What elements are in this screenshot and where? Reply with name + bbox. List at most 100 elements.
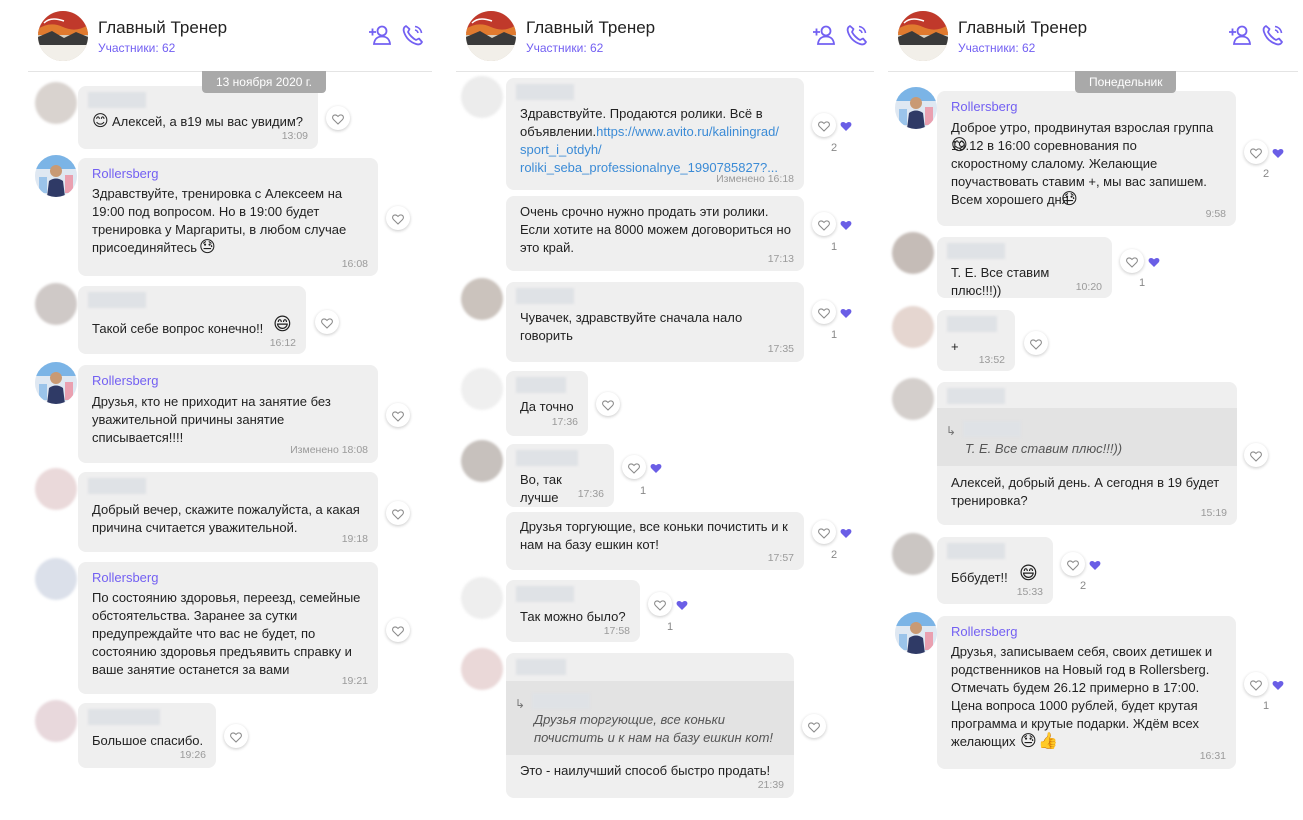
message-bubble[interactable]: Rollersberg Друзья, кто не приходит на з…: [78, 365, 378, 463]
avatar-rollersberg[interactable]: [35, 155, 77, 197]
message-bubble[interactable]: Чувачек, здравствуйте сначала нало говор…: [506, 282, 804, 362]
avatar[interactable]: [35, 82, 77, 124]
avatar[interactable]: [35, 468, 77, 510]
sweat-smile-emoji-icon: 😓: [199, 239, 216, 256]
like-button[interactable]: [1244, 443, 1268, 467]
sender-name-blurred: [88, 292, 146, 308]
smile-emoji-icon: 😄: [1019, 563, 1038, 583]
avatar[interactable]: [461, 648, 503, 690]
message-bubble[interactable]: Очень срочно нужно продать эти ролики. Е…: [506, 196, 804, 271]
avatar[interactable]: [892, 232, 934, 274]
like-button[interactable]: [596, 392, 620, 416]
like-button[interactable]: [812, 300, 836, 324]
message-bubble[interactable]: Rollersberg По состоянию здоровья, перее…: [78, 562, 378, 694]
message-time: 19:18: [341, 533, 368, 545]
like-button[interactable]: [386, 206, 410, 230]
message-bubble[interactable]: Да точно 17:36: [506, 371, 588, 436]
quoted-message[interactable]: ↳ Друзья торгующие, все коньки почистить…: [506, 681, 794, 755]
like-button[interactable]: [386, 403, 410, 427]
like-button[interactable]: [648, 592, 672, 616]
like-button[interactable]: [315, 310, 339, 334]
members-count[interactable]: Участники: 62: [958, 41, 1035, 55]
message-bubble[interactable]: Так можно было? 17:58: [506, 580, 640, 642]
message-bubble[interactable]: ↳ Друзья торгующие, все коньки почистить…: [506, 653, 794, 798]
avatar[interactable]: [461, 368, 503, 410]
avatar[interactable]: [892, 306, 934, 348]
like-button[interactable]: [812, 520, 836, 544]
like-button[interactable]: [224, 724, 248, 748]
avatar-rollersberg[interactable]: [35, 362, 77, 404]
sender-name[interactable]: Rollersberg: [951, 624, 1017, 639]
like-button[interactable]: [1120, 249, 1144, 273]
message-bubble[interactable]: Rollersberg Доброе утро, продвинутая взр…: [937, 91, 1236, 226]
like-button[interactable]: [1061, 552, 1085, 576]
like-button[interactable]: [812, 212, 836, 236]
message-bubble[interactable]: Бббудет!! 😄 15:33: [937, 537, 1053, 604]
message-bubble[interactable]: Большое спасибо. 19:26: [78, 703, 216, 768]
message-bubble[interactable]: Т. Е. Все ставим плюс!!!)) 10:20: [937, 237, 1112, 298]
message-bubble[interactable]: Добрый вечер, скажите пожалуйста, а кака…: [78, 472, 378, 552]
message-bubble[interactable]: Rollersberg Здравствуйте, тренировка с А…: [78, 158, 378, 276]
like-button[interactable]: [622, 455, 646, 479]
members-count[interactable]: Участники: 62: [526, 41, 603, 55]
group-avatar[interactable]: [466, 11, 516, 61]
add-member-button[interactable]: [1227, 22, 1253, 48]
like-button[interactable]: [802, 714, 826, 738]
avatar[interactable]: [892, 533, 934, 575]
sender-name-blurred: [516, 377, 566, 393]
message-text: Друзья, кто не приходит на занятие без у…: [92, 394, 331, 445]
group-avatar[interactable]: [38, 11, 88, 61]
smile-emoji-icon: 😊: [951, 137, 968, 154]
heart-outline-icon: [1066, 558, 1080, 572]
avatar[interactable]: [35, 700, 77, 742]
message-bubble[interactable]: 😊 Алексей, а в19 мы вас увидим? 13:09: [78, 86, 318, 149]
message-time: 9:58: [1205, 208, 1226, 220]
sender-name-blurred: [947, 543, 1005, 559]
message-bubble[interactable]: Друзья торгующие, все коньки почистить и…: [506, 512, 804, 570]
sender-name[interactable]: Rollersberg: [92, 373, 158, 388]
heart-filled-icon: [670, 592, 692, 614]
heart-outline-icon: [601, 398, 615, 412]
message-bubble[interactable]: + 13:52: [937, 310, 1015, 371]
chat-title[interactable]: Главный Тренер: [98, 18, 227, 38]
call-button[interactable]: [844, 22, 870, 48]
avatar[interactable]: [35, 283, 77, 325]
message-time: 15:33: [1016, 586, 1043, 598]
like-button[interactable]: [1244, 672, 1268, 696]
message-text: Чувачек, здравствуйте сначала нало говор…: [520, 310, 743, 343]
avatar[interactable]: [461, 278, 503, 320]
call-button[interactable]: [400, 22, 426, 48]
avatar[interactable]: [892, 378, 934, 420]
chat-title[interactable]: Главный Тренер: [958, 18, 1087, 38]
sender-name-blurred: [516, 288, 574, 304]
members-count[interactable]: Участники: 62: [98, 41, 175, 55]
like-button[interactable]: [1244, 140, 1268, 164]
add-member-button[interactable]: [367, 22, 393, 48]
avatar[interactable]: [35, 558, 77, 600]
sender-name[interactable]: Rollersberg: [92, 166, 158, 181]
message-bubble[interactable]: Такой себе вопрос конечно!! 😄 16:12: [78, 286, 306, 354]
like-button[interactable]: [812, 113, 836, 137]
add-member-button[interactable]: [811, 22, 837, 48]
group-avatar[interactable]: [898, 11, 948, 61]
like-button[interactable]: [326, 106, 350, 130]
avatar[interactable]: [461, 577, 503, 619]
message-bubble[interactable]: Rollersberg Друзья, записываем себя, сво…: [937, 616, 1236, 769]
message-bubble[interactable]: ↳ Т. Е. Все ставим плюс!!!)) Алексей, до…: [937, 382, 1237, 525]
heart-outline-icon: [320, 316, 334, 330]
call-button[interactable]: [1260, 22, 1286, 48]
sender-name[interactable]: Rollersberg: [951, 99, 1017, 114]
avatar[interactable]: [461, 76, 503, 118]
avatar-rollersberg[interactable]: [895, 612, 937, 654]
message-bubble[interactable]: Во, так лучше 17:36: [506, 444, 614, 507]
quoted-message[interactable]: ↳ Т. Е. Все ставим плюс!!!)): [937, 408, 1237, 466]
sender-name[interactable]: Rollersberg: [92, 570, 158, 585]
chat-title[interactable]: Главный Тренер: [526, 18, 655, 38]
avatar[interactable]: [461, 440, 503, 482]
quoted-sender-blurred: [532, 693, 590, 709]
message-bubble[interactable]: Здравствуйте. Продаются ролики. Всё в об…: [506, 78, 804, 190]
avatar-rollersberg[interactable]: [895, 87, 937, 129]
like-button[interactable]: [1024, 331, 1048, 355]
like-button[interactable]: [386, 618, 410, 642]
like-button[interactable]: [386, 501, 410, 525]
